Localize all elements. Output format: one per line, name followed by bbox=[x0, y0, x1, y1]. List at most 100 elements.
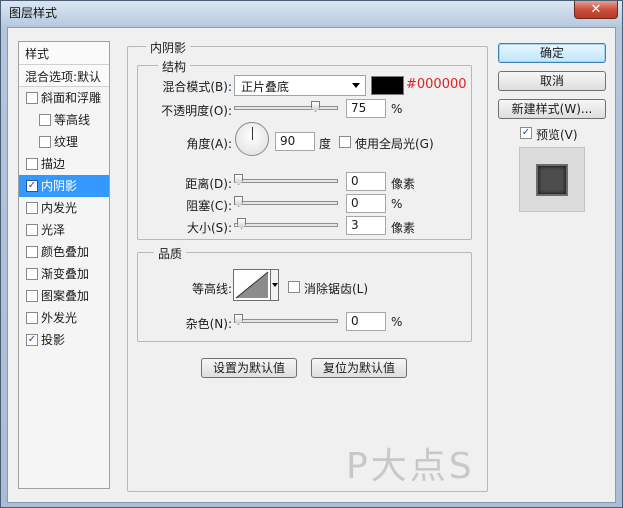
choke-slider-thumb[interactable] bbox=[234, 196, 243, 207]
noise-slider-track[interactable] bbox=[234, 319, 338, 323]
stroke-checkbox[interactable] bbox=[26, 158, 38, 170]
distance-slider-track[interactable] bbox=[234, 179, 338, 183]
style-item-bevel-emboss[interactable]: 斜面和浮雕 bbox=[19, 87, 109, 109]
choke-unit: % bbox=[391, 197, 403, 211]
quality-title: 品质 bbox=[154, 245, 187, 262]
style-item-stroke[interactable]: 描边 bbox=[19, 153, 109, 175]
style-item-texture[interactable]: 纹理 bbox=[19, 131, 109, 153]
style-item-satin[interactable]: 光泽 bbox=[19, 219, 109, 241]
style-item-drop-shadow[interactable]: ✓ 投影 bbox=[19, 329, 109, 351]
contour-dropdown-button[interactable] bbox=[270, 269, 279, 301]
shadow-color-hex: #000000 bbox=[406, 77, 467, 92]
style-item-color-overlay[interactable]: 颜色叠加 bbox=[19, 241, 109, 263]
size-slider-track[interactable] bbox=[234, 223, 338, 227]
opacity-input[interactable]: 75 bbox=[346, 99, 386, 118]
style-list: 样式 混合选项:默认 斜面和浮雕 等高线 纹理 描边 ✓ 内阴影 内发光 光泽 … bbox=[18, 41, 110, 489]
angle-unit: 度 bbox=[319, 137, 332, 151]
global-light-checkbox[interactable] bbox=[339, 136, 351, 148]
global-light-label: 使用全局光(G) bbox=[355, 137, 434, 151]
style-item-label: 描边 bbox=[41, 157, 66, 171]
style-item-outer-glow[interactable]: 外发光 bbox=[19, 307, 109, 329]
choke-label: 阻塞(C): bbox=[186, 199, 232, 213]
layer-style-dialog: 图层样式 ✕ 样式 混合选项:默认 斜面和浮雕 等高线 纹理 描边 ✓ 内阴影 … bbox=[0, 0, 623, 508]
choke-input[interactable]: 0 bbox=[346, 194, 386, 213]
style-item-label: 内阴影 bbox=[41, 179, 78, 193]
satin-checkbox[interactable] bbox=[26, 224, 38, 236]
bevel-emboss-checkbox[interactable] bbox=[26, 92, 38, 104]
inner-shadow-checkbox[interactable]: ✓ bbox=[26, 180, 38, 192]
chevron-down-icon bbox=[352, 83, 360, 88]
style-item-label: 内发光 bbox=[41, 201, 78, 215]
inner-shadow-group: 内阴影 结构 混合模式(B): 正片叠底 #000000 不透明度(O): 75… bbox=[127, 39, 488, 492]
outer-glow-checkbox[interactable] bbox=[26, 312, 38, 324]
inner-glow-checkbox[interactable] bbox=[26, 202, 38, 214]
close-button[interactable]: ✕ bbox=[574, 1, 618, 19]
preview-label: 预览(V) bbox=[536, 128, 578, 142]
window-title: 图层样式 bbox=[9, 6, 58, 20]
quality-group: 品质 等高线: 消除锯齿(L) 杂色(N): 0 % bbox=[137, 245, 472, 342]
structure-title: 结构 bbox=[158, 58, 191, 75]
style-list-header[interactable]: 样式 bbox=[19, 42, 109, 65]
preview-option[interactable]: ✓ 预览(V) bbox=[520, 126, 578, 143]
style-item-label: 等高线 bbox=[54, 113, 91, 127]
pattern-overlay-checkbox[interactable] bbox=[26, 290, 38, 302]
preview-checkbox[interactable]: ✓ bbox=[520, 127, 532, 139]
style-item-label: 投影 bbox=[41, 333, 66, 347]
style-item-label: 渐变叠加 bbox=[41, 267, 90, 281]
style-item-inner-glow[interactable]: 内发光 bbox=[19, 197, 109, 219]
contour-curve-icon bbox=[235, 271, 269, 299]
contour-picker[interactable] bbox=[233, 269, 271, 301]
blend-mode-label: 混合模式(B): bbox=[162, 80, 232, 94]
noise-unit: % bbox=[391, 315, 403, 329]
style-item-label: 颜色叠加 bbox=[41, 245, 90, 259]
choke-slider-track[interactable] bbox=[234, 201, 338, 205]
drop-shadow-checkbox[interactable]: ✓ bbox=[26, 334, 38, 346]
opacity-label: 不透明度(O): bbox=[161, 104, 232, 118]
style-item-label: 外发光 bbox=[41, 311, 78, 325]
angle-label: 角度(A): bbox=[186, 137, 232, 151]
angle-input[interactable]: 90 bbox=[275, 132, 315, 151]
size-slider-thumb[interactable] bbox=[237, 218, 246, 229]
shadow-color-swatch[interactable] bbox=[371, 76, 404, 95]
gradient-overlay-checkbox[interactable] bbox=[26, 268, 38, 280]
style-item-gradient-overlay[interactable]: 渐变叠加 bbox=[19, 263, 109, 285]
ok-button[interactable]: 确定 bbox=[498, 43, 606, 63]
style-item-inner-shadow[interactable]: ✓ 内阴影 bbox=[19, 175, 109, 197]
opacity-slider-track[interactable] bbox=[234, 106, 338, 110]
noise-input[interactable]: 0 bbox=[346, 312, 386, 331]
blend-mode-value: 正片叠底 bbox=[241, 80, 290, 94]
blend-mode-select[interactable]: 正片叠底 bbox=[234, 75, 366, 96]
preview-thumbnail bbox=[519, 147, 585, 212]
preview-swatch bbox=[536, 164, 568, 196]
size-unit: 像素 bbox=[391, 221, 416, 235]
titlebar: 图层样式 ✕ bbox=[1, 1, 622, 25]
global-light-option[interactable]: 使用全局光(G) bbox=[339, 135, 434, 152]
reset-default-button[interactable]: 复位为默认值 bbox=[311, 358, 407, 378]
opacity-slider-thumb[interactable] bbox=[311, 101, 320, 112]
antialias-label: 消除锯齿(L) bbox=[304, 282, 369, 296]
color-overlay-checkbox[interactable] bbox=[26, 246, 38, 258]
size-input[interactable]: 3 bbox=[346, 216, 386, 235]
antialias-checkbox[interactable] bbox=[288, 281, 300, 293]
dialog-body: 样式 混合选项:默认 斜面和浮雕 等高线 纹理 描边 ✓ 内阴影 内发光 光泽 … bbox=[7, 27, 616, 503]
noise-slider-thumb[interactable] bbox=[234, 314, 243, 325]
style-item-label: 斜面和浮雕 bbox=[41, 91, 102, 105]
style-item-contour[interactable]: 等高线 bbox=[19, 109, 109, 131]
contour-checkbox[interactable] bbox=[39, 114, 51, 126]
contour-label: 等高线: bbox=[191, 282, 232, 296]
angle-dial[interactable] bbox=[235, 122, 269, 156]
size-label: 大小(S): bbox=[186, 221, 232, 235]
distance-label: 距离(D): bbox=[185, 177, 232, 191]
cancel-button[interactable]: 取消 bbox=[498, 71, 606, 91]
blend-options-item[interactable]: 混合选项:默认 bbox=[19, 65, 109, 87]
style-item-pattern-overlay[interactable]: 图案叠加 bbox=[19, 285, 109, 307]
texture-checkbox[interactable] bbox=[39, 136, 51, 148]
antialias-option[interactable]: 消除锯齿(L) bbox=[288, 280, 368, 297]
distance-input[interactable]: 0 bbox=[346, 172, 386, 191]
watermark: P大点S bbox=[346, 446, 475, 487]
set-default-button[interactable]: 设置为默认值 bbox=[201, 358, 297, 378]
distance-slider-thumb[interactable] bbox=[234, 174, 243, 185]
style-item-label: 纹理 bbox=[54, 135, 79, 149]
style-item-label: 光泽 bbox=[41, 223, 66, 237]
new-style-button[interactable]: 新建样式(W)... bbox=[498, 99, 606, 119]
